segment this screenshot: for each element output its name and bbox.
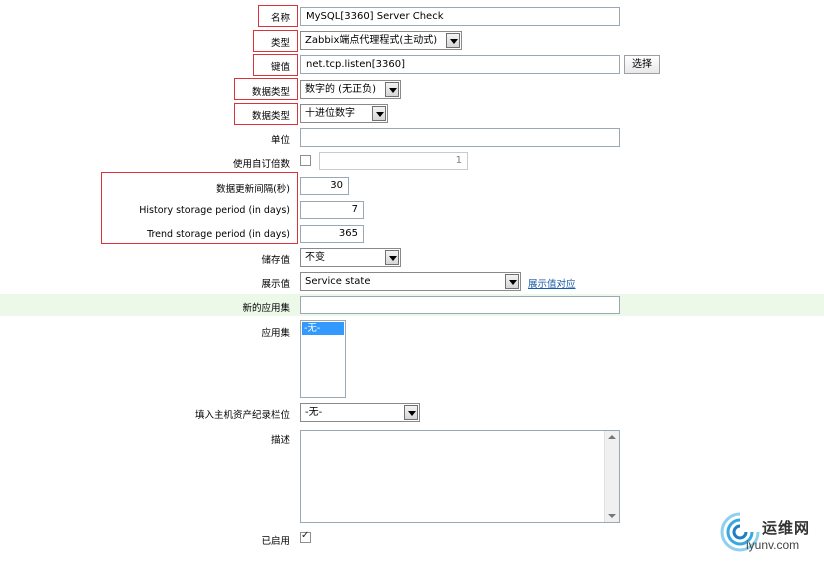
- inventory-field-label: 填入主机资产纪录栏位: [194, 410, 290, 421]
- scroll-up-icon[interactable]: [608, 435, 616, 439]
- type-select[interactable]: Zabbix端点代理程式(主动式): [300, 31, 462, 50]
- trends-input[interactable]: 365: [300, 225, 364, 243]
- show-value-select[interactable]: Service state: [300, 272, 521, 291]
- new-application-label: 新的应用集: [242, 303, 290, 314]
- annotation-box-type: [253, 30, 298, 52]
- store-value-label: 储存值: [261, 255, 290, 266]
- select-key-button[interactable]: 选择: [624, 55, 660, 74]
- annotation-box-key: [253, 54, 298, 76]
- applications-listbox[interactable]: -无-: [300, 320, 346, 398]
- chevron-down-icon: [385, 250, 399, 265]
- show-value-select-value: Service state: [305, 276, 371, 287]
- scroll-down-icon[interactable]: [608, 514, 616, 518]
- data-type-select-value: 十进位数字: [305, 108, 355, 119]
- info-type-select[interactable]: 数字的 (无正负): [300, 80, 401, 99]
- multiplier-checkbox[interactable]: [300, 155, 311, 166]
- store-value-select[interactable]: 不变: [300, 248, 401, 267]
- annotation-box-name: [258, 5, 298, 27]
- show-value-mapping-link[interactable]: 展示值对应: [528, 276, 576, 290]
- enabled-label: 已启用: [261, 536, 290, 547]
- units-input[interactable]: [300, 128, 620, 147]
- description-textarea[interactable]: [300, 430, 620, 523]
- annotation-box-info-type: [234, 78, 298, 100]
- update-interval-input[interactable]: 30: [300, 177, 349, 195]
- application-option[interactable]: -无-: [302, 322, 344, 335]
- inventory-field-select[interactable]: -无-: [300, 403, 420, 422]
- chevron-down-icon: [404, 405, 418, 420]
- watermark-cn: 运维网: [762, 519, 811, 537]
- data-type-select[interactable]: 十进位数字: [300, 104, 388, 123]
- chevron-down-icon: [372, 106, 386, 121]
- watermark-url: iyunv.com: [746, 538, 800, 552]
- multiplier-label: 使用自订倍数: [232, 159, 290, 170]
- units-label: 单位: [270, 135, 290, 146]
- info-type-select-value: 数字的 (无正负): [305, 84, 376, 95]
- chevron-down-icon: [446, 33, 460, 48]
- show-value-label: 展示值: [261, 279, 290, 290]
- annotation-box-data-type: [234, 103, 298, 125]
- key-input[interactable]: net.tcp.listen[3360]: [300, 55, 620, 74]
- annotation-box-intervals: [101, 172, 298, 244]
- chevron-down-icon: [385, 82, 399, 97]
- history-input[interactable]: 7: [300, 201, 364, 219]
- enabled-checkbox[interactable]: [300, 530, 311, 543]
- applications-label: 应用集: [261, 328, 290, 339]
- new-application-input[interactable]: [300, 296, 620, 314]
- description-label: 描述: [270, 435, 290, 446]
- name-input[interactable]: MySQL[3360] Server Check: [300, 7, 620, 26]
- store-value-select-value: 不变: [305, 252, 325, 263]
- chevron-down-icon: [505, 274, 519, 289]
- type-select-value: Zabbix端点代理程式(主动式): [305, 35, 438, 46]
- multiplier-input[interactable]: 1: [319, 152, 468, 170]
- inventory-field-select-value: -无-: [305, 407, 323, 418]
- description-scrollbar[interactable]: [604, 431, 619, 522]
